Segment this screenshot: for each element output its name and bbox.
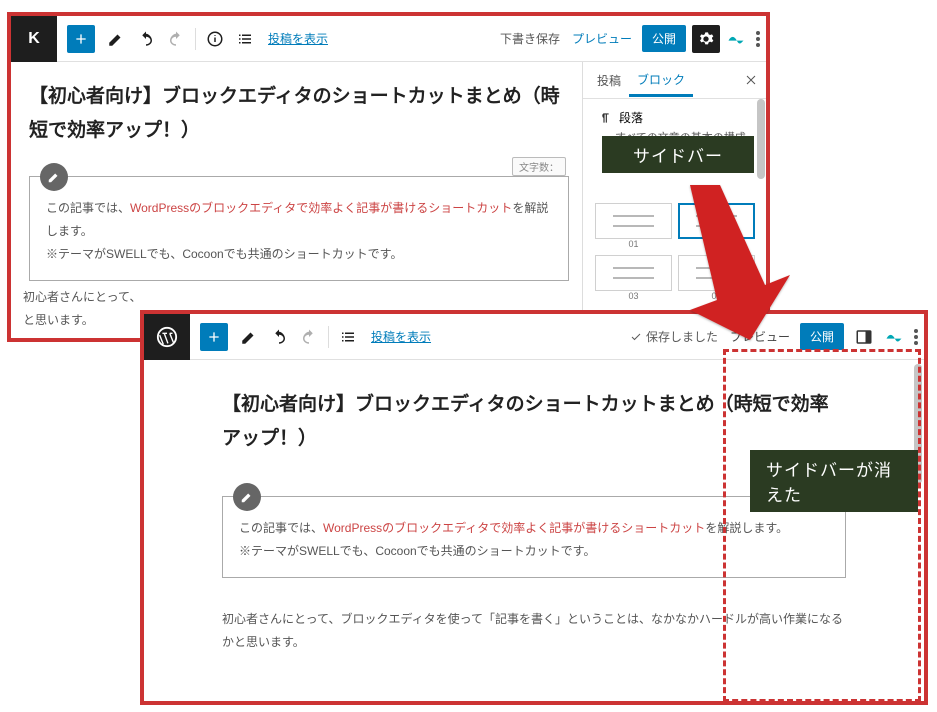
editor-toolbar: K 投稿を表示 下書き保存 プレビュー 公開 <box>11 16 766 62</box>
tab-post[interactable]: 投稿 <box>589 64 629 95</box>
add-block-button[interactable] <box>200 323 228 351</box>
sidebar-close[interactable] <box>741 70 761 90</box>
callout-text-line2: ※テーマがSWELLでも、Cocoonでも共通のショートカットです。 <box>239 544 596 558</box>
callout-text-line2: ※テーマがSWELLでも、Cocoonでも共通のショートカットです。 <box>46 247 403 261</box>
pencil-icon <box>240 328 258 346</box>
pen-icon <box>240 490 254 504</box>
undo-icon <box>270 328 288 346</box>
outline-button[interactable] <box>335 324 361 350</box>
preview-button[interactable]: プレビュー <box>572 30 632 47</box>
outline-button[interactable] <box>232 26 258 52</box>
annotation-arrow <box>650 175 790 345</box>
paragraph-fragment: 初心者さんにとって、 と思います。 <box>23 286 141 332</box>
kebab-icon <box>914 329 918 345</box>
scrollbar[interactable] <box>757 99 765 179</box>
post-title[interactable]: 【初心者向け】ブロックエディタのショートカットまとめ（時短で効率アップ！） <box>29 80 569 148</box>
settings-toggle[interactable] <box>692 25 720 53</box>
plus-icon <box>206 329 222 345</box>
site-logo[interactable]: K <box>11 16 57 62</box>
plus-icon <box>73 31 89 47</box>
view-post-link[interactable]: 投稿を表示 <box>268 30 328 47</box>
pin-badge <box>40 163 68 191</box>
list-icon <box>339 328 357 346</box>
undo-button[interactable] <box>133 26 159 52</box>
redo-button[interactable] <box>296 324 322 350</box>
callout-block[interactable]: この記事では、WordPressのブロックエディタで効率よく記事が書けるショート… <box>29 176 569 280</box>
edit-mode-button[interactable] <box>236 324 262 350</box>
sidebar-tabs: 投稿 ブロック <box>583 62 766 99</box>
gear-icon <box>698 31 714 47</box>
char-count-badge: 文字数： <box>512 157 566 176</box>
more-menu[interactable] <box>908 329 924 345</box>
paragraph-icon <box>597 111 611 125</box>
redo-button[interactable] <box>163 26 189 52</box>
close-icon <box>745 74 757 86</box>
site-logo[interactable] <box>144 314 190 360</box>
check-icon <box>630 331 642 343</box>
pin-badge <box>233 483 261 511</box>
publish-button[interactable]: 公開 <box>642 25 686 52</box>
swell-icon[interactable] <box>884 327 904 347</box>
callout-text-a: この記事では、 <box>46 201 130 215</box>
wordpress-icon <box>156 326 178 348</box>
undo-icon <box>137 30 155 48</box>
save-draft-button[interactable]: 下書き保存 <box>500 30 560 47</box>
tab-block[interactable]: ブロック <box>629 63 693 97</box>
annotation-sidebar-label: サイドバー <box>602 136 754 173</box>
redo-icon <box>167 30 185 48</box>
kebab-icon <box>756 31 760 47</box>
swell-wave-icon <box>884 327 904 347</box>
separator <box>195 28 196 50</box>
separator <box>328 326 329 348</box>
callout-text-a: この記事では、 <box>239 521 323 535</box>
callout-text-highlight: WordPressのブロックエディタで効率よく記事が書けるショートカット <box>130 201 512 215</box>
undo-button[interactable] <box>266 324 292 350</box>
add-block-button[interactable] <box>67 25 95 53</box>
settings-toggle[interactable] <box>850 323 878 351</box>
publish-button[interactable]: 公開 <box>800 323 844 350</box>
view-post-link[interactable]: 投稿を表示 <box>371 328 431 345</box>
annotation-dashed-box <box>723 349 921 702</box>
info-icon <box>206 30 224 48</box>
redo-icon <box>300 328 318 346</box>
more-menu[interactable] <box>750 31 766 47</box>
swell-icon[interactable] <box>726 29 746 49</box>
list-icon <box>236 30 254 48</box>
sidebar-toggle-icon <box>855 328 873 346</box>
pencil-icon <box>107 30 125 48</box>
swell-wave-icon <box>726 29 746 49</box>
details-button[interactable] <box>202 26 228 52</box>
pen-icon <box>47 170 61 184</box>
edit-mode-button[interactable] <box>103 26 129 52</box>
block-name: 段落 <box>619 109 643 126</box>
callout-text-highlight: WordPressのブロックエディタで効率よく記事が書けるショートカット <box>323 521 705 535</box>
